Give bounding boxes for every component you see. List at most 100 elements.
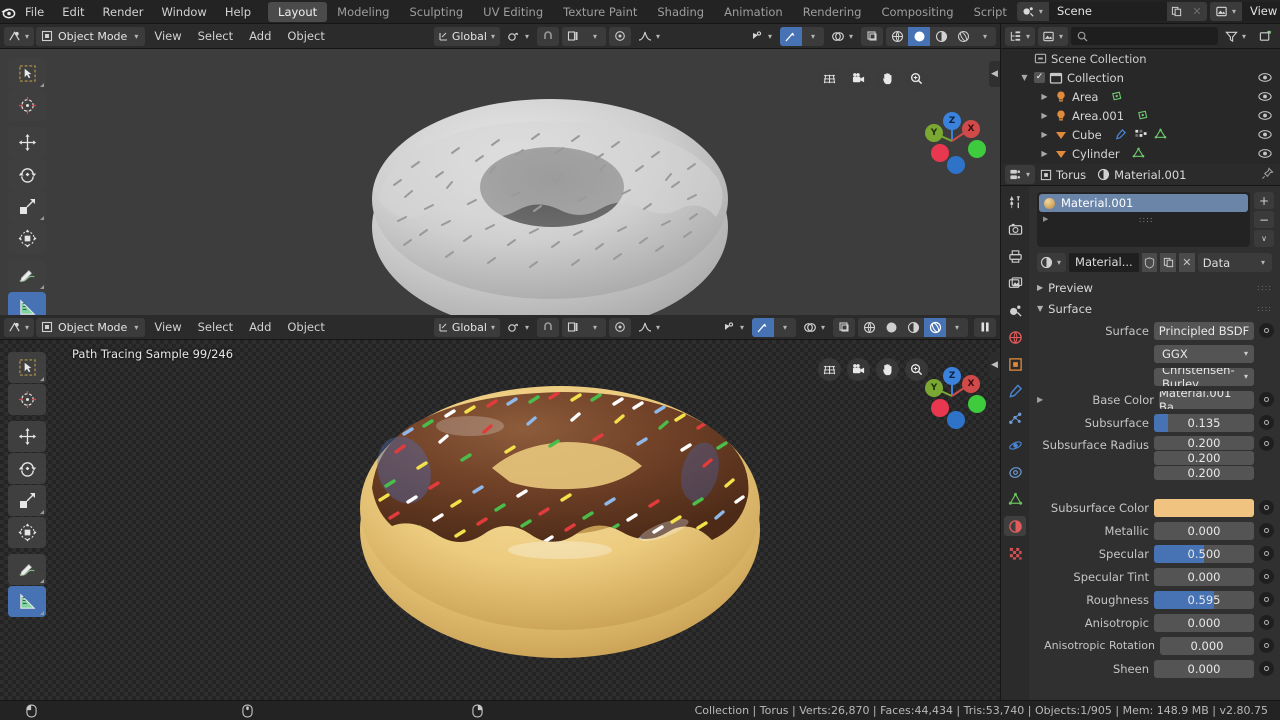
fake-user-icon[interactable] [1141, 253, 1158, 272]
browse-material-button[interactable]: ▾ [1037, 253, 1067, 272]
filter-id-icon[interactable]: ▾ [1038, 26, 1069, 46]
transform-orientation-bottom[interactable]: Global ▾ [433, 317, 500, 337]
snap-target-icon-bottom[interactable] [562, 318, 584, 337]
gizmo-axis-neg-x-top[interactable] [931, 144, 949, 162]
visibility-eye-icon-area[interactable] [1258, 91, 1272, 102]
scene-duplicate-icon[interactable] [1166, 2, 1187, 21]
xray-icon-top[interactable] [861, 27, 883, 46]
menu-help[interactable]: Help [216, 0, 260, 24]
outliner-row-area-001[interactable]: ▶ Area.001 [1001, 106, 1280, 125]
snap-target-icon-top[interactable] [562, 27, 584, 46]
disclosure-icon-cylinder[interactable]: ▶ [1039, 149, 1050, 158]
shading-modes-top[interactable]: ▾ [886, 26, 996, 46]
visibility-eye-icon-collection[interactable] [1258, 72, 1272, 83]
gizmo-axis-y-bottom[interactable]: Y [925, 379, 943, 397]
mesh-data-icon-cylinder[interactable] [1132, 147, 1145, 160]
outliner-tree[interactable]: Scene Collection ▼ ✓ Collection ▶ Area ▶… [1001, 49, 1280, 164]
outliner-row-cylinder[interactable]: ▶ Cylinder [1001, 144, 1280, 163]
material-preview-shading-top[interactable] [930, 27, 952, 46]
editor-type-icon-top[interactable]: ▾ [4, 26, 35, 46]
overlays-icon-top[interactable]: ▾ [827, 27, 858, 46]
particles-tab[interactable] [1004, 408, 1026, 428]
disclosure-icon-area[interactable]: ▶ [1039, 92, 1050, 101]
prop-value-subsurface-radius-y[interactable]: 0.200 [1154, 451, 1254, 465]
animate-dot-roughness[interactable] [1259, 592, 1274, 607]
camera-icon-top[interactable] [847, 67, 870, 90]
pivot-point-top[interactable]: ▾ [503, 27, 534, 46]
vp-bottom-menu-object[interactable]: Object [280, 318, 331, 337]
sidebar-toggle-top[interactable]: ◀ [989, 61, 1000, 87]
gizmo-axis-z-bottom[interactable]: Z [943, 367, 961, 385]
disclosure-icon-collection[interactable]: ▼ [1019, 73, 1030, 82]
magnet-icon-top[interactable] [537, 27, 559, 46]
gizmo-group-bottom[interactable]: ▾ [751, 317, 796, 337]
camera-icon-bottom[interactable] [847, 358, 870, 381]
prop-value-roughness[interactable]: 0.595 [1154, 590, 1254, 609]
snap-group-bottom[interactable] [536, 317, 559, 337]
animate-dot-specular[interactable] [1259, 546, 1274, 561]
new-collection-icon[interactable] [1254, 27, 1276, 46]
proportional-editing-icon-bottom[interactable] [609, 318, 631, 337]
shading-chevron-icon-bottom[interactable]: ▾ [946, 318, 968, 337]
shading-modes-bottom[interactable]: ▾ [858, 317, 968, 337]
render-pause-group[interactable] [974, 317, 996, 337]
proportional-group-top[interactable] [608, 26, 631, 46]
annotate-tool-top[interactable] [8, 260, 46, 291]
scene-icon[interactable]: ▾ [1016, 2, 1049, 21]
magnet-icon-bottom[interactable] [537, 318, 559, 337]
wireframe-shading-top[interactable] [886, 27, 908, 46]
prop-value-anisotropic[interactable]: 0.000 [1154, 613, 1254, 632]
visibility-icon-bottom[interactable]: ▾ [718, 318, 749, 337]
render-tab[interactable] [1004, 219, 1026, 239]
material-preview-shading-bottom[interactable] [902, 318, 924, 337]
menu-render[interactable]: Render [94, 0, 153, 24]
proportional-group-bottom[interactable] [608, 317, 631, 337]
remove-material-slot-button[interactable]: − [1254, 211, 1274, 228]
outliner-row-collection[interactable]: ▼ ✓ Collection [1001, 68, 1280, 87]
prop-value-subsurface[interactable]: 0.135 [1154, 413, 1254, 432]
gizmo-axis-x-bottom[interactable]: X [962, 375, 980, 393]
gizmo-axis-neg-y-top[interactable] [968, 140, 986, 158]
material-slot-list[interactable]: Material.001 ▶ :::: [1037, 192, 1250, 247]
navigation-gizmo-bottom[interactable]: Z X Y [914, 354, 990, 430]
animate-dot-base-color[interactable] [1259, 392, 1274, 407]
measure-tool-bottom[interactable] [8, 586, 46, 617]
zoom-icon-top[interactable] [905, 67, 928, 90]
transform-tool-bottom[interactable] [8, 517, 46, 548]
scene-selector[interactable]: ▾ Scene ✕ [1016, 2, 1207, 21]
visibility-eye-icon-cylinder[interactable] [1258, 148, 1272, 159]
gizmo-axis-neg-x-bottom[interactable] [931, 399, 949, 417]
move-tool-top[interactable] [8, 127, 46, 158]
rendered-shading-top[interactable] [952, 27, 974, 46]
xray-group-top[interactable] [861, 26, 883, 46]
modifier-icon-cube[interactable] [1114, 128, 1127, 141]
base-color-expand-icon[interactable]: ▶ [1037, 395, 1047, 404]
view-layer-name[interactable]: View Layer [1241, 2, 1280, 21]
material-slot-grab[interactable]: ▶ :::: [1039, 212, 1248, 226]
vp-top-menu-view[interactable]: View [147, 27, 188, 46]
snap-chevron-icon-bottom[interactable]: ▾ [584, 318, 606, 337]
pause-icon[interactable] [974, 318, 996, 337]
disclosure-icon-area-001[interactable]: ▶ [1039, 111, 1050, 120]
vp-bottom-menu-select[interactable]: Select [191, 318, 240, 337]
object-mode-selector-bottom[interactable]: Object Mode ▾ [36, 317, 146, 337]
scene-name[interactable]: Scene [1048, 2, 1167, 21]
outliner-row-area[interactable]: ▶ Area [1001, 87, 1280, 106]
view-layer-icon[interactable]: ▾ [1209, 2, 1242, 21]
gizmo-icon-top[interactable] [779, 26, 802, 46]
light-data-icon-area[interactable] [1110, 90, 1123, 103]
object-mode-selector-top[interactable]: Object Mode ▾ [36, 26, 146, 46]
animate-dot-sheen[interactable] [1259, 661, 1274, 676]
menu-file[interactable]: File [16, 0, 53, 24]
proportional-editing-icon-top[interactable] [609, 27, 631, 46]
viewport-top-3d[interactable]: Z X Y ◀ [0, 49, 1000, 315]
slot-expand-icon[interactable]: ▶ [1043, 215, 1048, 223]
wireframe-shading-bottom[interactable] [858, 318, 880, 337]
falloff-top[interactable]: ▾ [634, 27, 665, 46]
outliner-display-mode-icon[interactable]: ▾ [1005, 26, 1036, 46]
snap-target-bottom[interactable]: ▾ [561, 317, 606, 337]
preview-disclosure-icon[interactable]: ▶ [1037, 283, 1043, 292]
modifier-tab[interactable] [1004, 381, 1026, 401]
gizmo-axis-y-top[interactable]: Y [925, 124, 943, 142]
view-layer-tab[interactable] [1004, 273, 1026, 293]
